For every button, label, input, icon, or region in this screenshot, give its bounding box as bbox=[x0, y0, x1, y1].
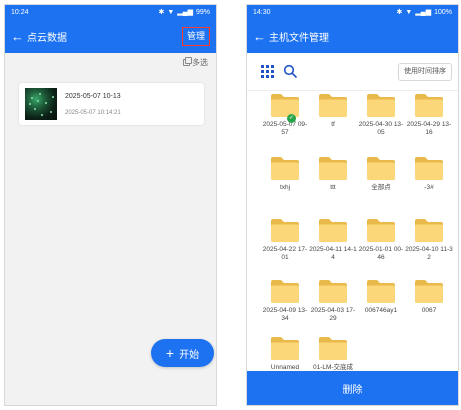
back-arrow-icon[interactable]: ← bbox=[253, 30, 266, 43]
folder-item[interactable]: 01-LM-交底成 bbox=[309, 336, 357, 372]
page-title: 点云数据 bbox=[27, 32, 67, 44]
folder-label: 0067 bbox=[421, 307, 437, 314]
folder-item[interactable]: 2025-04-03 17-29 bbox=[309, 279, 357, 323]
folder-label: -3# bbox=[424, 184, 434, 191]
sort-by-time-button[interactable]: 使用时间排序 bbox=[398, 63, 452, 81]
status-bar: 14:30 ✱ ▼ ▂▄▆ 100% bbox=[247, 5, 458, 19]
folder-label: 2025-04-11 14-14 bbox=[309, 246, 357, 261]
point-cloud-screen: 10:24 ✱ ▼ ▂▄▆ 99% ← 点云数据 管理 多选 2025-05-0… bbox=[4, 4, 217, 406]
folder-icon bbox=[415, 219, 443, 242]
folder-icon bbox=[367, 94, 395, 117]
multiselect-button[interactable]: 多选 bbox=[183, 57, 208, 68]
folder-item[interactable]: 2025-04-10 11-32 bbox=[405, 218, 453, 262]
title-bar: ← 主机文件管理 bbox=[247, 19, 458, 53]
wifi-icon: ▼ bbox=[167, 8, 175, 16]
folder-icon bbox=[319, 337, 347, 360]
wifi-icon: ▼ bbox=[405, 8, 413, 16]
folder-label: ttt bbox=[330, 184, 336, 191]
status-time: 10:24 bbox=[11, 8, 29, 16]
folder-icon bbox=[271, 337, 299, 360]
folder-label: 全部点 bbox=[371, 184, 391, 191]
point-cloud-thumbnail bbox=[25, 88, 57, 120]
folder-label: 2025-01-01 00-46 bbox=[358, 246, 404, 261]
folder-label: 2025-05-07 09-57 bbox=[262, 121, 308, 136]
folder-icon bbox=[415, 94, 443, 117]
folder-label: txhj bbox=[279, 184, 291, 191]
folder-label: 2025-04-03 17-29 bbox=[310, 307, 356, 322]
folder-label: tf bbox=[331, 121, 335, 128]
status-bar: 10:24 ✱ ▼ ▂▄▆ 99% bbox=[5, 5, 216, 19]
folder-icon bbox=[271, 157, 299, 180]
folder-icon bbox=[271, 219, 299, 242]
signal-icon: ▂▄▆ bbox=[177, 9, 193, 16]
folder-item[interactable]: 2025-04-29 13-16 bbox=[405, 93, 453, 137]
folder-item[interactable]: 006746ay1 bbox=[357, 279, 405, 315]
folder-item[interactable]: tf bbox=[309, 93, 357, 129]
folder-icon bbox=[367, 280, 395, 303]
back-arrow-icon[interactable]: ← bbox=[11, 30, 24, 43]
folder-item[interactable]: -3# bbox=[405, 156, 453, 192]
folder-icon bbox=[271, 94, 299, 117]
folder-item[interactable]: 2025-04-09 13-34 bbox=[261, 279, 309, 323]
point-cloud-card[interactable]: 2025-05-07 10-13 2025-05-07 10:14:21 bbox=[19, 83, 204, 125]
folder-item[interactable]: 2025-01-01 00-46 bbox=[357, 218, 405, 262]
folder-item[interactable]: ✓ 2025-05-07 09-57 bbox=[261, 93, 309, 137]
battery-level: 99% bbox=[195, 8, 210, 16]
folder-item[interactable]: txhj bbox=[261, 156, 309, 192]
multiselect-label: 多选 bbox=[192, 58, 208, 67]
manage-button[interactable]: 管理 bbox=[181, 27, 210, 46]
folder-icon bbox=[415, 280, 443, 303]
folder-icon bbox=[319, 94, 347, 117]
multiselect-icon bbox=[183, 57, 192, 66]
file-toolbar: 使用时间排序 bbox=[247, 53, 458, 91]
card-title: 2025-05-07 10-13 bbox=[65, 93, 121, 100]
page-title: 主机文件管理 bbox=[269, 32, 329, 44]
folder-label: 2025-04-30 13-05 bbox=[358, 121, 404, 136]
delete-button[interactable]: 删除 bbox=[247, 371, 458, 405]
status-time: 14:30 bbox=[253, 8, 271, 16]
status-icons: ✱ ▼ ▂▄▆ 100% bbox=[396, 8, 452, 17]
folder-item[interactable]: Unnamed bbox=[261, 336, 309, 372]
folder-icon bbox=[367, 219, 395, 242]
start-button[interactable]: + 开始 bbox=[151, 339, 214, 367]
folder-icon bbox=[367, 157, 395, 180]
folder-icon bbox=[415, 157, 443, 180]
folder-label: 2025-04-10 11-32 bbox=[405, 246, 453, 261]
bluetooth-icon: ✱ bbox=[158, 9, 165, 16]
check-icon: ✓ bbox=[287, 114, 296, 123]
folder-icon bbox=[319, 219, 347, 242]
folder-label: 006746ay1 bbox=[364, 307, 398, 314]
folder-label: 2025-04-09 13-34 bbox=[262, 307, 308, 322]
battery-level: 100% bbox=[434, 8, 452, 16]
folder-label: 2025-04-29 13-16 bbox=[406, 121, 452, 136]
folder-item[interactable]: 2025-04-30 13-05 bbox=[357, 93, 405, 137]
folder-item[interactable]: 全部点 bbox=[357, 156, 405, 192]
bluetooth-icon: ✱ bbox=[396, 9, 403, 16]
folder-item[interactable]: 2025-04-22 17-01 bbox=[261, 218, 309, 262]
folder-icon bbox=[319, 280, 347, 303]
status-icons: ✱ ▼ ▂▄▆ 99% bbox=[158, 8, 210, 17]
folder-item[interactable]: 0067 bbox=[405, 279, 453, 315]
start-label: 开始 bbox=[179, 349, 200, 361]
search-icon[interactable] bbox=[283, 64, 297, 78]
host-file-manager-screen: 14:30 ✱ ▼ ▂▄▆ 100% ← 主机文件管理 使用时间排序 ✓ 2025… bbox=[246, 4, 459, 406]
card-timestamp: 2025-05-07 10:14:21 bbox=[65, 110, 121, 116]
plus-icon: + bbox=[165, 345, 175, 361]
folder-label: 2025-04-22 17-01 bbox=[262, 246, 308, 261]
grid-view-icon[interactable] bbox=[261, 65, 274, 78]
folder-icon bbox=[319, 157, 347, 180]
folder-icon bbox=[271, 280, 299, 303]
folder-item[interactable]: 2025-04-11 14-14 bbox=[309, 218, 357, 262]
signal-icon: ▂▄▆ bbox=[415, 9, 432, 16]
folder-item[interactable]: ttt bbox=[309, 156, 357, 192]
